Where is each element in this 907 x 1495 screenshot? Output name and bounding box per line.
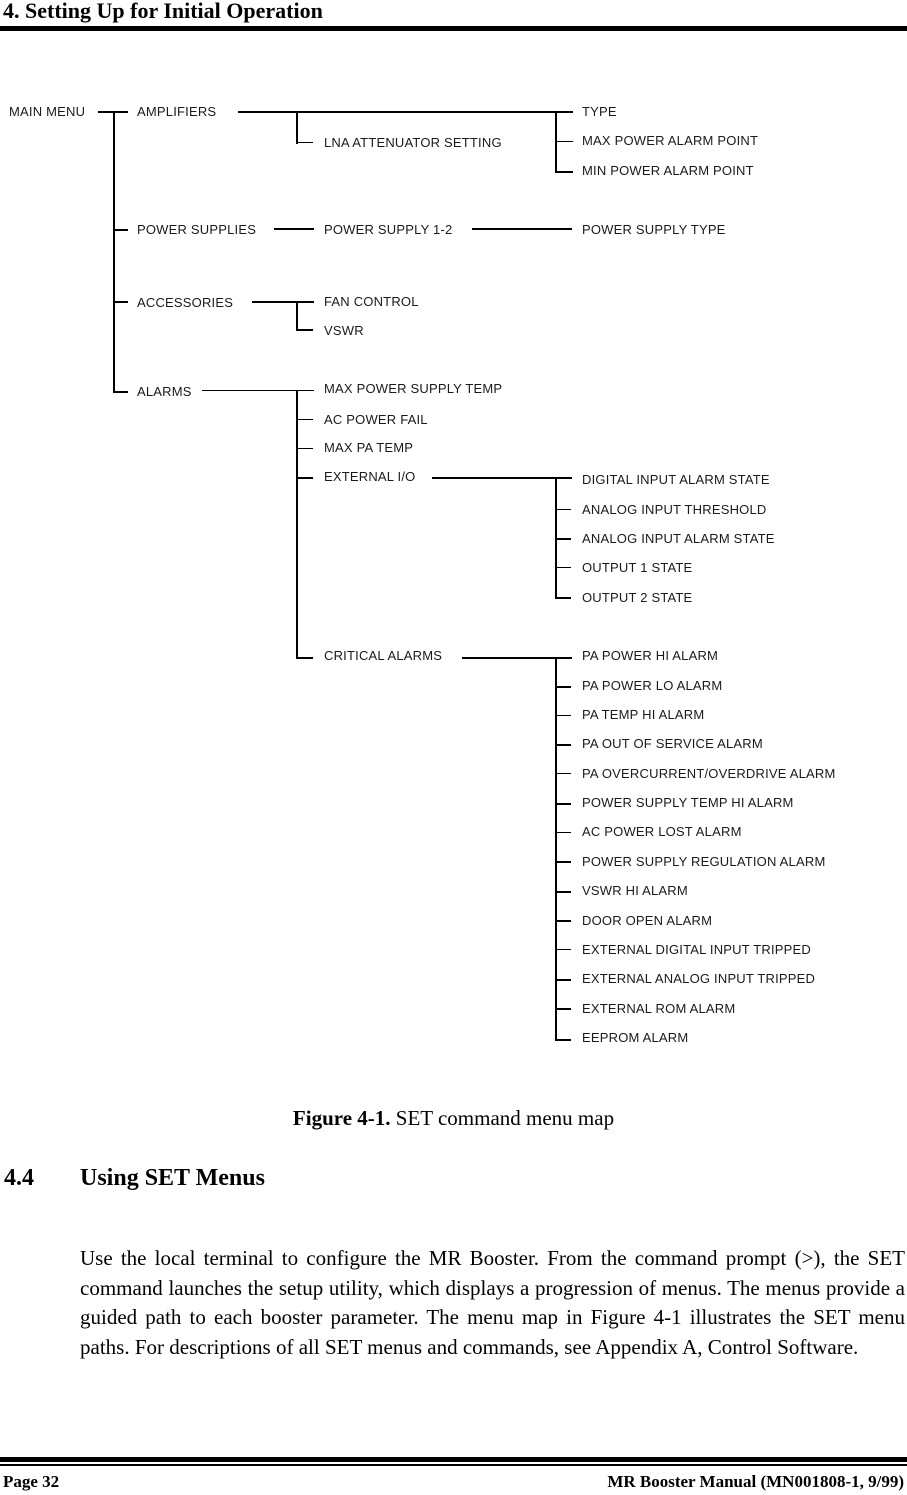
menu-node-alarms: ALARMS [137, 384, 192, 399]
menu-node-power-supplies: POWER SUPPLIES [137, 222, 257, 237]
set-menu-map-diagram: MAIN MENU AMPLIFIERS POWER SUPPLIES ACCE… [0, 60, 907, 1070]
connector-line [555, 803, 571, 805]
menu-node-critical-alarm: AC POWER LOST ALARM [582, 824, 742, 839]
connector-line [555, 171, 573, 173]
connector-line [296, 390, 298, 659]
connector-line [252, 301, 314, 303]
menu-node-analog-input-alarm-state: ANALOG INPUT ALARM STATE [582, 531, 775, 546]
connector-line [555, 891, 571, 893]
menu-node-accessories: ACCESSORIES [137, 295, 234, 310]
connector-line [555, 111, 557, 173]
connector-line [555, 949, 571, 950]
menu-node-critical-alarm: POWER SUPPLY REGULATION ALARM [582, 854, 826, 869]
connector-line [296, 419, 313, 420]
menu-node-critical-alarm: EXTERNAL ANALOG INPUT TRIPPED [582, 971, 816, 986]
menu-node-ac-power-fail: AC POWER FAIL [324, 412, 428, 427]
section-title: Using SET Menus [80, 1165, 265, 1191]
connector-line [555, 509, 571, 510]
connector-line [296, 477, 313, 479]
connector-line [274, 228, 314, 230]
footer-page-number: Page 32 [3, 1472, 60, 1491]
connector-line [555, 773, 571, 774]
connector-line [555, 686, 571, 688]
menu-node-amplifiers: AMPLIFIERS [137, 104, 217, 119]
footer-rule [0, 1457, 907, 1462]
connector-line [555, 567, 571, 568]
connector-line [296, 111, 298, 144]
menu-node-critical-alarms: CRITICAL ALARMS [324, 648, 443, 663]
connector-line [296, 448, 313, 449]
connector-line [555, 715, 571, 716]
connector-line [555, 861, 571, 863]
connector-line [113, 391, 128, 393]
connector-line [296, 142, 313, 143]
section-heading: 4.4 Using SET Menus [4, 1163, 265, 1193]
menu-node-power-supply-type: POWER SUPPLY TYPE [582, 222, 726, 237]
menu-node-critical-alarm: VSWR HI ALARM [582, 883, 688, 898]
figure-label: Figure 4-1. [292, 1106, 391, 1130]
figure-caption-text: SET command menu map [390, 1106, 615, 1130]
connector-line [555, 744, 571, 746]
connector-line [555, 597, 571, 599]
menu-node-critical-alarm: EEPROM ALARM [582, 1030, 689, 1045]
connector-line [238, 111, 568, 113]
menu-node-critical-alarm: PA OUT OF SERVICE ALARM [582, 736, 763, 751]
menu-node-min-power-alarm-point: MIN POWER ALARM POINT [582, 163, 754, 178]
menu-node-fan-control: FAN CONTROL [324, 294, 419, 309]
header-rule [0, 26, 907, 31]
footer-rule [0, 1464, 907, 1466]
menu-node-analog-input-threshold: ANALOG INPUT THRESHOLD [582, 502, 767, 517]
menu-node-max-power-alarm-point: MAX POWER ALARM POINT [582, 133, 759, 148]
connector-line [555, 920, 571, 922]
menu-node-critical-alarm: PA POWER LO ALARM [582, 678, 723, 693]
page-header-title: 4. Setting Up for Initial Operation [3, 0, 323, 23]
menu-node-output-1-state: OUTPUT 1 STATE [582, 560, 693, 575]
connector-line [113, 111, 115, 393]
menu-node-power-supply-1-2: POWER SUPPLY 1-2 [324, 222, 453, 237]
menu-node-critical-alarm: DOOR OPEN ALARM [582, 913, 713, 928]
connector-line [432, 477, 572, 479]
menu-node-critical-alarm: POWER SUPPLY TEMP HI ALARM [582, 795, 794, 810]
connector-line [555, 1039, 571, 1041]
connector-line [555, 538, 571, 540]
footer-manual-title: MR Booster Manual (MN001808-1, 9/99) [607, 1472, 904, 1491]
connector-line [113, 301, 128, 303]
menu-node-type: TYPE [582, 104, 617, 119]
menu-node-critical-alarm: EXTERNAL DIGITAL INPUT TRIPPED [582, 942, 811, 957]
connector-line [296, 657, 313, 659]
menu-node-external-io: EXTERNAL I/O [324, 469, 416, 484]
section-number: 4.4 [4, 1165, 34, 1191]
menu-node-critical-alarm: PA OVERCURRENT/OVERDRIVE ALARM [582, 766, 836, 781]
connector-line [296, 329, 313, 331]
connector-line [555, 1008, 571, 1010]
connector-line [472, 228, 572, 230]
menu-node-vswr: VSWR [324, 323, 364, 338]
connector-line [555, 111, 573, 113]
menu-node-max-power-supply-temp: MAX POWER SUPPLY TEMP [324, 381, 503, 396]
menu-node-max-pa-temp: MAX PA TEMP [324, 440, 414, 455]
menu-node-critical-alarm: PA POWER HI ALARM [582, 648, 719, 663]
body-paragraph: Use the local terminal to configure the … [80, 1246, 905, 1359]
connector-line [113, 229, 128, 231]
menu-node-main-menu: MAIN MENU [9, 104, 86, 119]
menu-node-critical-alarm: EXTERNAL ROM ALARM [582, 1001, 736, 1016]
connector-line [555, 141, 573, 142]
menu-node-output-2-state: OUTPUT 2 STATE [582, 590, 693, 605]
connector-line [555, 832, 571, 833]
connector-line [555, 979, 571, 981]
connector-line [296, 301, 298, 331]
figure-caption: Figure 4-1. SET command menu map [0, 1105, 907, 1131]
menu-node-digital-input-alarm-state: DIGITAL INPUT ALARM STATE [582, 472, 770, 487]
menu-node-lna-attenuator-setting: LNA ATTENUATOR SETTING [324, 135, 502, 150]
menu-node-critical-alarm: PA TEMP HI ALARM [582, 707, 705, 722]
